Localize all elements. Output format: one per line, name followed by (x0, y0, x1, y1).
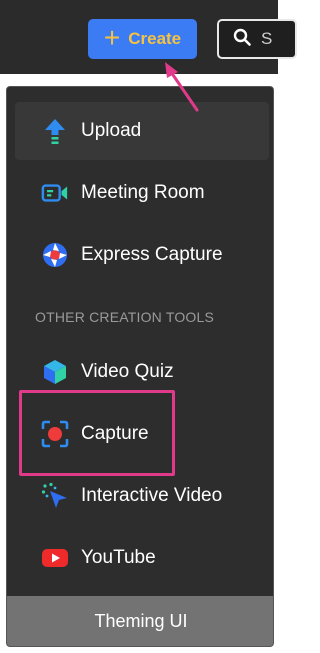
create-button-label: Create (128, 29, 182, 48)
menu-item-meeting-room[interactable]: Meeting Room (15, 164, 269, 222)
capture-highlight-box (19, 390, 175, 476)
search-placeholder: S (261, 29, 273, 48)
footer-banner: Theming UI (7, 596, 273, 646)
menu-item-label: Express Capture (81, 244, 223, 265)
top-toolbar: + Create S (0, 0, 297, 74)
youtube-icon (41, 544, 69, 572)
footer-label: Theming UI (94, 610, 188, 631)
menu-item-label: YouTube (81, 547, 156, 568)
plus-icon: + (103, 21, 121, 53)
meeting-room-icon (41, 179, 69, 207)
search-input[interactable]: S (217, 19, 297, 59)
create-button[interactable]: + Create (88, 19, 197, 59)
menu-item-label: Video Quiz (81, 361, 174, 382)
menu-item-youtube[interactable]: YouTube (15, 529, 269, 587)
video-quiz-icon (41, 358, 69, 386)
upload-icon (41, 117, 69, 145)
search-icon (233, 28, 251, 51)
menu-item-upload[interactable]: Upload (15, 102, 269, 160)
express-capture-icon (41, 241, 69, 269)
interactive-video-icon (41, 482, 69, 510)
menu-item-label: Interactive Video (81, 485, 223, 506)
section-heading: OTHER CREATION TOOLS (35, 309, 215, 325)
menu-item-express-capture[interactable]: Express Capture (15, 226, 269, 284)
menu-item-label: Upload (81, 120, 142, 141)
create-dropdown-menu: Upload Meeting Room Express Capture OTHE… (6, 86, 274, 647)
menu-item-label: Meeting Room (81, 182, 205, 203)
